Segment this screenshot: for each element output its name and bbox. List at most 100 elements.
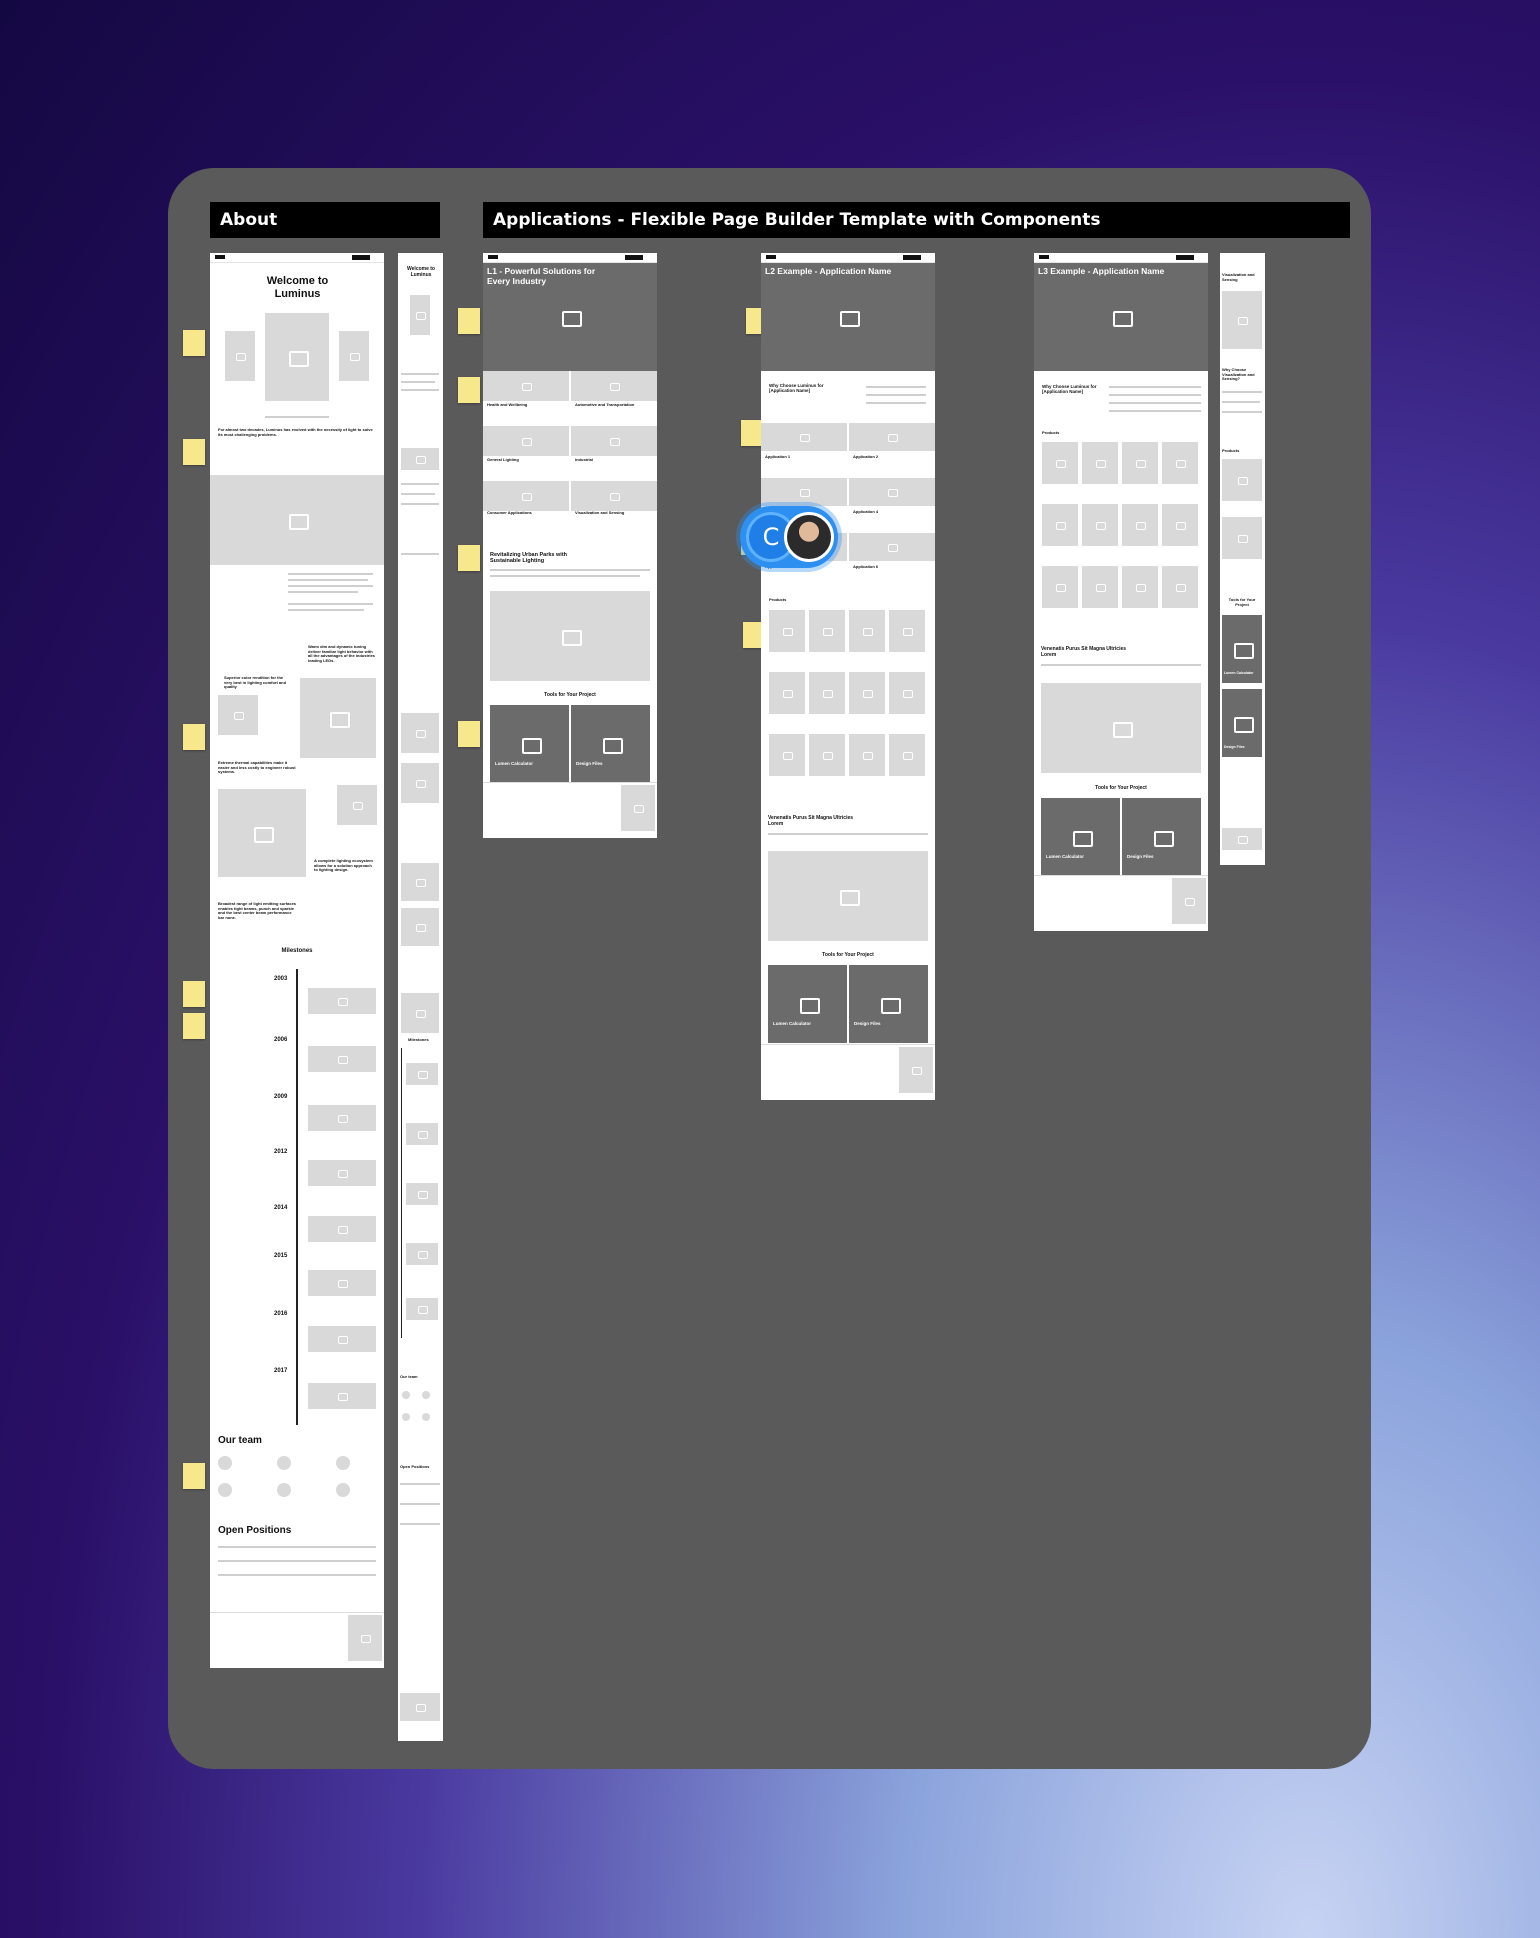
sticky-note[interactable] (183, 439, 205, 465)
product-card[interactable] (1162, 566, 1198, 608)
tab-row (265, 416, 329, 418)
mobile-hero-title: Visualization and Sensing (1222, 272, 1255, 282)
timeline-year: 2006 (274, 1037, 288, 1043)
product-card[interactable] (809, 672, 845, 714)
l3-frame[interactable]: L3 Example - Application Name Why Choose… (1034, 253, 1208, 931)
image-placeholder (1041, 683, 1201, 773)
sticky-note[interactable] (183, 1013, 205, 1039)
top-nav (210, 253, 384, 263)
image-placeholder (483, 426, 569, 456)
product-card[interactable] (889, 672, 925, 714)
app-title: Application 4 (853, 509, 879, 514)
product-card[interactable] (1162, 442, 1198, 484)
tool-label: Design Files (1127, 854, 1154, 859)
why-title: Why Choose Luminus for [Application Name… (769, 383, 824, 394)
image-placeholder (265, 313, 329, 401)
image-placeholder (406, 1183, 438, 1205)
footer (1034, 875, 1208, 931)
mobile-application-frame[interactable]: Visualization and Sensing Why Choose Vis… (1220, 253, 1265, 865)
tool-card-lumen-calculator[interactable] (1041, 798, 1120, 876)
about-title: Welcome to Luminus (266, 275, 329, 300)
hero-image (1222, 291, 1262, 349)
product-card[interactable] (1082, 566, 1118, 608)
mobile-team-title: Our team (400, 1374, 418, 1379)
collaborator-photo-avatar[interactable] (784, 512, 834, 562)
image-placeholder (300, 678, 376, 758)
avatar (422, 1391, 430, 1399)
sticky-note[interactable] (183, 330, 205, 356)
image-placeholder (406, 1123, 438, 1145)
product-card[interactable] (1122, 566, 1158, 608)
image-placeholder (761, 423, 847, 451)
product-card[interactable] (1222, 459, 1262, 501)
mobile-tools-title: Tools for Your Project (1228, 597, 1256, 607)
quote-1: Warm dim and dynamic tuning deliver fami… (308, 644, 375, 663)
about-mobile-frame[interactable]: Welcome to Luminus Milestones Our team O… (398, 253, 443, 1741)
image-placeholder (849, 478, 935, 506)
product-card[interactable] (769, 610, 805, 652)
image-placeholder (401, 763, 439, 803)
tool-card-design-files[interactable] (1122, 798, 1201, 876)
tool-label: Lumen Calculator (1046, 854, 1085, 859)
product-card[interactable] (809, 734, 845, 776)
image-placeholder (571, 371, 657, 401)
product-card[interactable] (849, 672, 885, 714)
product-card[interactable] (1122, 504, 1158, 546)
sticky-note[interactable] (183, 724, 205, 750)
tool-label: Design Files (854, 1021, 881, 1026)
sticky-note[interactable] (183, 1463, 205, 1489)
product-card[interactable] (1042, 442, 1078, 484)
position-row[interactable] (218, 1546, 376, 1548)
product-card[interactable] (1042, 504, 1078, 546)
product-card[interactable] (1122, 442, 1158, 484)
tool-card-lumen-calculator[interactable] (768, 965, 847, 1043)
product-card[interactable] (769, 672, 805, 714)
product-card[interactable] (769, 734, 805, 776)
image-placeholder (849, 533, 935, 561)
canvas-board[interactable]: About Applications - Flexible Page Build… (168, 168, 1371, 1769)
image-placeholder (308, 1046, 376, 1072)
app-title: Application 6 (853, 564, 879, 569)
l1-frame[interactable]: L1 - Powerful Solutions for Every Indust… (483, 253, 657, 838)
section-title-applications[interactable]: Applications - Flexible Page Builder Tem… (483, 202, 1350, 238)
image-placeholder (483, 481, 569, 511)
sticky-note[interactable] (458, 721, 480, 747)
mobile-about-title: Welcome to Luminus (407, 266, 435, 278)
image-placeholder (400, 1693, 440, 1721)
position-row[interactable] (218, 1560, 376, 1562)
tool-card-design-files[interactable] (849, 965, 928, 1043)
image-placeholder (308, 988, 376, 1014)
position-row[interactable] (218, 1574, 376, 1576)
collaborator-avatars[interactable]: C (740, 506, 838, 568)
product-card[interactable] (1042, 566, 1078, 608)
hero-image (761, 263, 935, 371)
product-card[interactable] (889, 610, 925, 652)
sticky-note[interactable] (458, 308, 480, 334)
sticky-note[interactable] (741, 420, 763, 446)
image-placeholder (406, 1298, 438, 1320)
product-card[interactable] (809, 610, 845, 652)
product-card[interactable] (1082, 504, 1118, 546)
timeline-line (296, 969, 298, 1425)
l2-frame[interactable]: L2 Example - Application Name Why Choose… (761, 253, 935, 1100)
avatar (277, 1483, 291, 1497)
product-card[interactable] (1222, 517, 1262, 559)
sticky-note[interactable] (183, 981, 205, 1007)
product-card[interactable] (889, 734, 925, 776)
mobile-positions-title: Open Positions (400, 1464, 430, 1469)
section-title-about[interactable]: About (210, 202, 440, 238)
image-placeholder (210, 475, 384, 565)
image-placeholder (1222, 828, 1262, 850)
sticky-note[interactable] (458, 545, 480, 571)
image-placeholder (768, 851, 928, 941)
product-card[interactable] (1082, 442, 1118, 484)
product-card[interactable] (849, 734, 885, 776)
tool-card-lumen-calculator[interactable] (490, 705, 569, 783)
sticky-note[interactable] (458, 377, 480, 403)
tool-card-design-files[interactable] (571, 705, 650, 783)
timeline-year: 2003 (274, 976, 288, 982)
about-desktop-frame[interactable]: Welcome to Luminus For almost two decade… (210, 253, 384, 1668)
hero-image (1034, 263, 1208, 371)
product-card[interactable] (1162, 504, 1198, 546)
product-card[interactable] (849, 610, 885, 652)
